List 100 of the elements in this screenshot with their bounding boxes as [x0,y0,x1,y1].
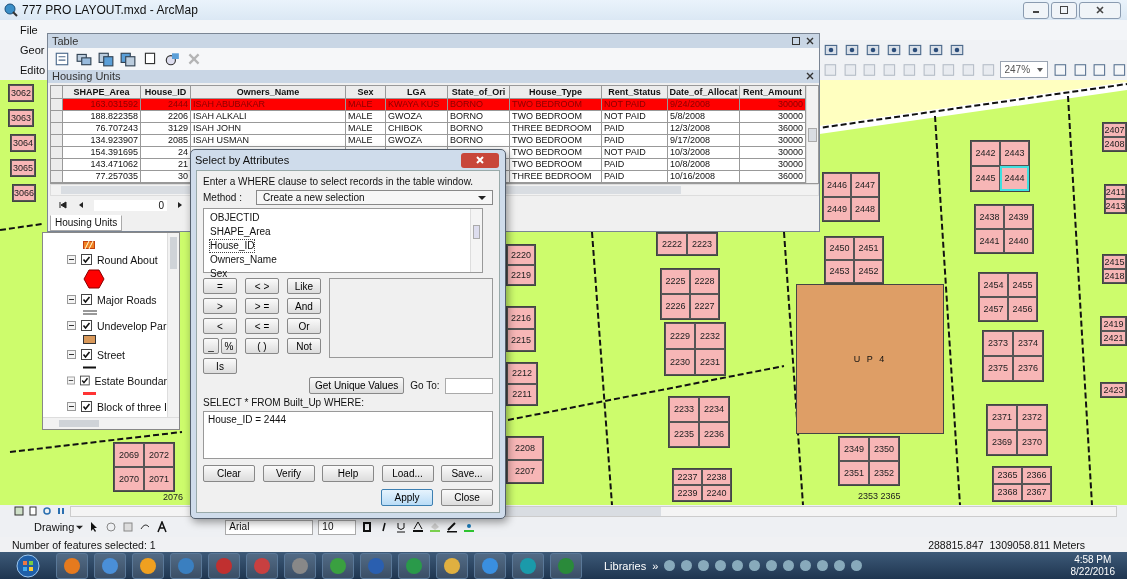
chevron-button[interactable]: » [652,559,659,572]
tray-icon[interactable] [664,560,676,571]
layout-icon[interactable] [1053,61,1068,78]
pause-icon[interactable] [56,506,66,516]
layout-icon[interactable] [1112,61,1127,78]
operator-button[interactable]: = [203,278,237,294]
vertical-scrollbar[interactable] [806,86,818,184]
layer-name[interactable]: Undevelop Par [97,319,167,332]
start-button[interactable] [16,553,40,578]
tray-icon[interactable] [800,560,812,571]
dialog-button[interactable]: Verify [262,465,315,482]
go-to-field[interactable] [445,377,493,394]
table-row[interactable]: 76.707243 3129 ISAH JOHN MALE CHIBOK BORNO THREE BEDROOM PAID 12/3/2008 36000 [51,123,806,136]
operator-button[interactable]: Is [203,358,237,374]
bold-icon[interactable] [361,521,374,533]
field-list-item[interactable]: Owners_Name [209,253,278,267]
table-row[interactable]: 134.923907 2085 ISAH USMAN MALE GWOZA BORNO TWO BEDROOM PAID 9/17/2008 30000 [51,135,806,148]
row-header[interactable] [51,123,63,136]
minimize-button[interactable] [1023,1,1049,19]
vertical-scrollbar[interactable] [470,209,482,272]
circle-icon[interactable] [105,521,118,533]
tray-icon[interactable] [749,560,761,571]
row-header[interactable] [51,99,63,112]
collapse-icon[interactable] [67,350,76,359]
layer-name[interactable]: Round About [97,253,158,266]
collapse-icon[interactable] [67,376,75,385]
menu-item[interactable]: File [20,24,38,36]
tray-icon[interactable] [851,560,863,571]
horizontal-scrollbar[interactable] [43,417,179,429]
layer-checkbox[interactable] [81,320,92,331]
underline-icon[interactable] [395,521,408,533]
close-button[interactable] [805,71,815,82]
operator-button[interactable]: Not [287,338,321,354]
layer-name[interactable]: Street [97,348,125,361]
marker-color-icon[interactable] [463,521,476,533]
switch-selection-icon[interactable] [120,51,136,68]
row-header[interactable] [51,135,63,148]
layer-checkbox[interactable] [81,294,92,305]
zoom-field[interactable]: 247% [1000,61,1049,79]
toolbar-label[interactable]: Libraries [604,559,647,572]
field-list-item[interactable]: House_ID [209,239,256,253]
text-tool-icon[interactable] [156,521,169,533]
layer-checkbox[interactable] [81,349,92,360]
dialog-button[interactable]: Help [322,465,374,482]
tray-icon[interactable] [766,560,778,571]
font-field[interactable]: Arial [225,519,314,535]
collapse-icon[interactable] [67,255,76,264]
method-dropdown[interactable]: Create a new selection [255,190,493,205]
operator-button[interactable]: > [203,298,237,314]
drawing-menu[interactable]: Drawing [34,521,84,533]
pen-icon[interactable] [446,521,459,533]
row-header[interactable] [51,147,63,160]
operator-button[interactable]: _ [203,338,219,354]
operator-button[interactable]: < = [245,318,279,334]
collapse-icon[interactable] [67,295,76,304]
layer-name[interactable]: Major Roads [97,293,157,306]
vertical-scrollbar[interactable] [167,233,179,417]
field-list-item[interactable]: OBJECTID [209,211,261,225]
layer-checkbox[interactable] [79,375,90,386]
close-button[interactable] [805,36,815,47]
values-list[interactable] [329,278,493,358]
zoom-to-selected-icon[interactable] [164,51,180,68]
close-button[interactable] [461,152,499,168]
row-header[interactable] [51,171,63,184]
table-tab[interactable]: Housing Units [50,215,123,231]
field-list-item[interactable]: SHAPE_Area [209,225,272,239]
dialog-button[interactable]: Load... [381,465,434,482]
tray-icon[interactable] [715,560,727,571]
operator-button[interactable]: Like [287,278,321,294]
font-size-field[interactable]: 10 [318,519,357,535]
maximize-button[interactable] [791,36,801,47]
select-by-attributes-icon[interactable] [98,51,114,68]
collapse-icon[interactable] [67,321,76,330]
tray-icon[interactable] [681,560,693,571]
layer-name[interactable]: Block of three I [96,400,167,413]
layer-checkbox[interactable] [81,254,92,265]
close-dialog-button[interactable]: Close [441,489,493,506]
tray-icon[interactable] [732,560,744,571]
row-header[interactable] [51,111,63,124]
data-view-icon[interactable] [14,506,24,516]
operator-button[interactable]: And [287,298,321,314]
operator-button[interactable]: < > [245,278,279,294]
collapse-icon[interactable] [67,402,76,411]
operator-button[interactable]: > = [245,298,279,314]
table-row[interactable]: 188.822358 2206 ISAH ALKALI MALE GWOZA BORNO TWO BEDROOM NOT PAID 5/8/2008 30000 [51,111,806,124]
refresh-icon[interactable] [42,506,52,516]
fill-color-icon[interactable] [429,521,442,533]
font-color-icon[interactable] [412,521,425,533]
layout-icon[interactable] [1072,61,1088,78]
first-record-icon[interactable] [58,200,68,211]
maximize-button[interactable] [1051,1,1077,19]
layer-name[interactable]: Estate Boundar [94,374,167,387]
tray-icon[interactable] [834,560,846,571]
tray-icon[interactable] [817,560,829,571]
operator-button[interactable]: % [221,338,237,354]
tray-icon[interactable] [783,560,795,571]
dialog-button[interactable]: Clear [203,465,255,482]
operator-button[interactable]: ( ) [245,338,279,354]
operator-button[interactable]: < [203,318,237,334]
apply-button[interactable]: Apply [381,489,433,506]
